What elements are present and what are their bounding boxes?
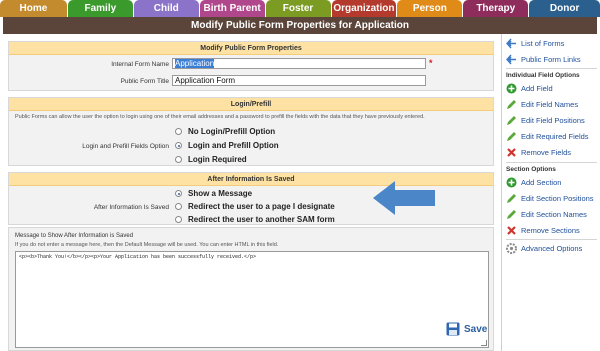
sidebar-label: Add Section [521, 178, 562, 187]
edit-field-positions-link[interactable]: Edit Field Positions [506, 115, 585, 126]
message-label: Message to Show After Information is Sav… [15, 233, 134, 239]
tab-therapy[interactable]: Therapy [463, 0, 529, 17]
radio-login-prefill[interactable]: Login and Prefill Option [175, 141, 279, 150]
after-save-label: After Information Is Saved [93, 204, 169, 211]
remove-icon [506, 225, 517, 236]
sidebar-label: Edit Section Positions [521, 194, 594, 203]
sidebar: List of Forms Public Form Links Individu… [501, 34, 600, 351]
radio-redirect-page[interactable]: Redirect the user to a page I designate [175, 202, 335, 211]
message-help: If you do not enter a message here, then… [15, 242, 279, 248]
internal-name-value: Application [175, 59, 215, 68]
back-arrow-icon [506, 38, 517, 49]
tab-person[interactable]: Person [397, 0, 463, 17]
sidebar-label: Edit Field Names [521, 100, 579, 109]
required-marker: * [429, 58, 433, 68]
login-prefill-description: Public Forms can allow the user the opti… [15, 114, 425, 120]
tab-birth-parent[interactable]: Birth Parent [199, 0, 265, 17]
section-options-heading: Section Options [506, 166, 556, 173]
internal-name-label: Internal Form Name [111, 61, 169, 68]
sidebar-label: Add Field [521, 84, 553, 93]
pencil-icon [506, 209, 517, 220]
main-tab-bar: Home Family Child Birth Parent Foster Or… [0, 0, 600, 17]
form-properties-section: Modify Public Form Properties Internal F… [8, 41, 494, 91]
sidebar-divider [506, 162, 597, 163]
page-title: Modify Public Form Properties for Applic… [3, 17, 597, 34]
save-label: Save [464, 323, 488, 335]
radio-login-required[interactable]: Login Required [175, 155, 247, 164]
edit-section-names-link[interactable]: Edit Section Names [506, 209, 587, 220]
public-form-links-link[interactable]: Public Form Links [506, 54, 581, 65]
radio-dot [175, 156, 182, 163]
radio-dot [175, 203, 182, 210]
sidebar-label: Remove Fields [521, 148, 572, 157]
pencil-icon [506, 193, 517, 204]
message-textarea[interactable]: <p><b>Thank You!</b></p><p>Your Applicat… [15, 251, 489, 348]
radio-label: Show a Message [188, 189, 253, 198]
tab-child[interactable]: Child [133, 0, 199, 17]
radio-label: No Login/Prefill Option [188, 127, 276, 136]
internal-name-input[interactable]: Application [172, 58, 426, 69]
sidebar-divider [506, 239, 597, 240]
edit-required-fields-link[interactable]: Edit Required Fields [506, 131, 589, 142]
radio-dot-selected [175, 190, 182, 197]
remove-fields-link[interactable]: Remove Fields [506, 147, 571, 158]
tab-foster[interactable]: Foster [265, 0, 331, 17]
message-section: Message to Show After Information is Sav… [8, 227, 494, 351]
login-prefill-section: Login/Prefill Public Forms can allow the… [8, 97, 494, 166]
pencil-icon [506, 131, 517, 142]
radio-label: Redirect the user to a page I designate [188, 202, 335, 211]
floppy-disk-icon [446, 322, 460, 336]
add-field-link[interactable]: Add Field [506, 83, 553, 94]
list-of-forms-link[interactable]: List of Forms [506, 38, 564, 49]
resize-handle[interactable] [481, 340, 487, 346]
radio-label: Login Required [188, 155, 247, 164]
radio-dot [175, 128, 182, 135]
tab-family[interactable]: Family [67, 0, 133, 17]
radio-label: Redirect the user to another SAM form [188, 215, 335, 224]
sidebar-label: Remove Sections [521, 226, 580, 235]
pencil-icon [506, 99, 517, 110]
field-options-heading: Individual Field Options [506, 72, 580, 79]
radio-dot [175, 216, 182, 223]
radio-dot-selected [175, 142, 182, 149]
login-prefill-option-label: Login and Prefill Fields Option [82, 143, 169, 150]
tab-donor[interactable]: Donor [529, 0, 600, 17]
radio-no-login[interactable]: No Login/Prefill Option [175, 127, 275, 136]
public-title-value: Application Form [175, 76, 236, 85]
tab-home[interactable]: Home [0, 0, 67, 17]
sidebar-label: Edit Field Positions [521, 116, 585, 125]
save-button[interactable]: Save [446, 322, 487, 336]
sidebar-label: Public Form Links [521, 55, 581, 64]
radio-label: Login and Prefill Option [188, 141, 279, 150]
edit-section-positions-link[interactable]: Edit Section Positions [506, 193, 594, 204]
add-section-link[interactable]: Add Section [506, 177, 561, 188]
sidebar-label: List of Forms [521, 39, 565, 48]
add-icon [506, 83, 517, 94]
public-title-label: Public Form Title [120, 78, 169, 85]
public-title-input[interactable]: Application Form [172, 75, 426, 86]
advanced-options-link[interactable]: Advanced Options [506, 243, 582, 254]
add-icon [506, 177, 517, 188]
pointer-arrow-icon [373, 181, 435, 215]
radio-show-message[interactable]: Show a Message [175, 189, 252, 198]
login-prefill-header: Login/Prefill [9, 98, 493, 111]
sidebar-divider [506, 68, 597, 69]
tab-organization[interactable]: Organization [331, 0, 397, 17]
message-value: <p><b>Thank You!</b></p><p>Your Applicat… [19, 254, 257, 260]
pencil-icon [506, 115, 517, 126]
gear-icon [506, 243, 517, 254]
sidebar-label: Advanced Options [521, 244, 583, 253]
edit-field-names-link[interactable]: Edit Field Names [506, 99, 578, 110]
radio-redirect-form[interactable]: Redirect the user to another SAM form [175, 215, 335, 224]
sidebar-label: Edit Section Names [521, 210, 587, 219]
remove-sections-link[interactable]: Remove Sections [506, 225, 580, 236]
sidebar-label: Edit Required Fields [521, 132, 589, 141]
back-arrow-icon [506, 54, 517, 65]
form-properties-header: Modify Public Form Properties [9, 42, 493, 55]
remove-icon [506, 147, 517, 158]
